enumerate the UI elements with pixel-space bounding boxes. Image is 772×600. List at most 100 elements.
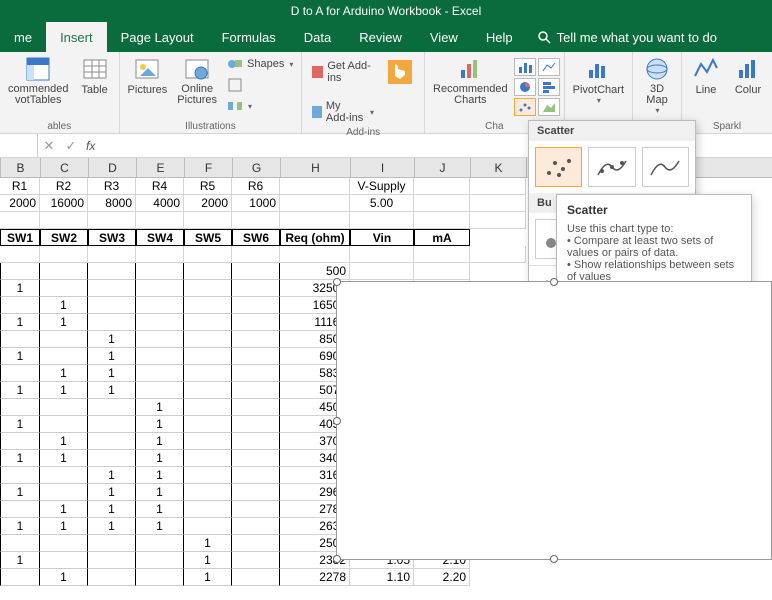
- sw-cell[interactable]: 1: [0, 280, 40, 297]
- sw-cell[interactable]: [232, 382, 280, 399]
- chart-column-button[interactable]: [514, 58, 536, 76]
- sparkline-column-button[interactable]: Colur: [728, 54, 768, 98]
- vin-cell[interactable]: [350, 263, 414, 280]
- sw-cell[interactable]: [184, 348, 232, 365]
- sw-cell[interactable]: [136, 314, 184, 331]
- sw-cell[interactable]: [232, 280, 280, 297]
- cell[interactable]: [136, 212, 184, 229]
- sw-cell[interactable]: [184, 450, 232, 467]
- sw-cell[interactable]: 1: [40, 450, 88, 467]
- sw-cell[interactable]: [40, 535, 88, 552]
- sw-cell[interactable]: 1: [88, 382, 136, 399]
- sw-cell[interactable]: [40, 331, 88, 348]
- sw-cell[interactable]: [40, 399, 88, 416]
- sw-cell[interactable]: [232, 365, 280, 382]
- cell[interactable]: [414, 178, 470, 195]
- cell[interactable]: [280, 212, 350, 229]
- req-cell[interactable]: 2278: [280, 569, 350, 586]
- sw-cell[interactable]: [88, 263, 136, 280]
- sw-cell[interactable]: [0, 433, 40, 450]
- cell[interactable]: [88, 212, 136, 229]
- cell[interactable]: 5.00: [350, 195, 414, 212]
- sw-cell[interactable]: [88, 280, 136, 297]
- sw-cell[interactable]: [0, 399, 40, 416]
- sw-cell[interactable]: [40, 467, 88, 484]
- sw-cell[interactable]: [136, 348, 184, 365]
- header-cell[interactable]: SW3: [88, 229, 136, 246]
- sw-cell[interactable]: [88, 433, 136, 450]
- sw-cell[interactable]: [184, 365, 232, 382]
- col-header-B[interactable]: B: [1, 158, 41, 177]
- col-header-G[interactable]: G: [233, 158, 281, 177]
- sw-cell[interactable]: [136, 331, 184, 348]
- sw-cell[interactable]: 1: [40, 297, 88, 314]
- sw-cell[interactable]: 1: [136, 433, 184, 450]
- sw-cell[interactable]: 1: [136, 501, 184, 518]
- col-header-J[interactable]: J: [415, 158, 471, 177]
- cell[interactable]: [470, 246, 526, 263]
- sw-cell[interactable]: [88, 450, 136, 467]
- chart-area-button[interactable]: [538, 98, 560, 116]
- cell[interactable]: [232, 246, 280, 263]
- scatter-smooth-option[interactable]: [588, 147, 635, 187]
- cell[interactable]: [350, 246, 414, 263]
- sw-cell[interactable]: 1: [136, 416, 184, 433]
- sw-cell[interactable]: 1: [40, 433, 88, 450]
- sw-cell[interactable]: 1: [136, 467, 184, 484]
- sw-cell[interactable]: [232, 331, 280, 348]
- sw-cell[interactable]: [184, 501, 232, 518]
- sw-cell[interactable]: [136, 569, 184, 586]
- sw-cell[interactable]: [136, 552, 184, 569]
- pivotchart-button[interactable]: PivotChart▾: [569, 54, 628, 107]
- sw-cell[interactable]: 1: [0, 314, 40, 331]
- col-header-E[interactable]: E: [137, 158, 185, 177]
- ma-cell[interactable]: [414, 263, 470, 280]
- cell[interactable]: [88, 246, 136, 263]
- my-addins-button[interactable]: My Add-ins▾: [306, 98, 378, 126]
- sw-cell[interactable]: 1: [184, 569, 232, 586]
- vin-cell[interactable]: 1.10: [350, 569, 414, 586]
- cell[interactable]: 2000: [0, 195, 40, 212]
- tab-help[interactable]: Help: [472, 22, 527, 52]
- online-pictures-button[interactable]: Online Pictures: [173, 54, 221, 108]
- sw-cell[interactable]: 1: [0, 382, 40, 399]
- sw-cell[interactable]: [136, 535, 184, 552]
- recommended-charts-button[interactable]: Recommended Charts: [429, 54, 512, 108]
- sw-cell[interactable]: [184, 433, 232, 450]
- 3d-map-button[interactable]: 3D Map▾: [637, 54, 677, 117]
- cell[interactable]: R5: [184, 178, 232, 195]
- sw-cell[interactable]: 1: [40, 382, 88, 399]
- sw-cell[interactable]: [136, 297, 184, 314]
- cell[interactable]: [414, 246, 470, 263]
- sw-cell[interactable]: [184, 416, 232, 433]
- tab-review[interactable]: Review: [345, 22, 416, 52]
- pictures-button[interactable]: Pictures: [124, 54, 172, 98]
- sw-cell[interactable]: [232, 348, 280, 365]
- cell[interactable]: 8000: [88, 195, 136, 212]
- sw-cell[interactable]: [232, 518, 280, 535]
- sw-cell[interactable]: 1: [88, 365, 136, 382]
- header-cell[interactable]: Vin: [350, 229, 414, 246]
- sw-cell[interactable]: [0, 569, 40, 586]
- sw-cell[interactable]: [232, 535, 280, 552]
- sw-cell[interactable]: 1: [88, 467, 136, 484]
- sw-cell[interactable]: 1: [40, 314, 88, 331]
- chart-line-button[interactable]: [538, 58, 560, 76]
- sw-cell[interactable]: [184, 399, 232, 416]
- sw-cell[interactable]: [88, 552, 136, 569]
- sw-cell[interactable]: 1: [88, 518, 136, 535]
- sw-cell[interactable]: 1: [136, 399, 184, 416]
- cell[interactable]: [414, 212, 470, 229]
- sw-cell[interactable]: [232, 569, 280, 586]
- sw-cell[interactable]: 1: [88, 348, 136, 365]
- sw-cell[interactable]: 1: [0, 348, 40, 365]
- sw-cell[interactable]: [232, 433, 280, 450]
- sw-cell[interactable]: [40, 484, 88, 501]
- col-header-F[interactable]: F: [185, 158, 233, 177]
- header-cell[interactable]: SW4: [136, 229, 184, 246]
- icons-button[interactable]: [223, 75, 297, 95]
- sw-cell[interactable]: [136, 365, 184, 382]
- sw-cell[interactable]: 1: [40, 501, 88, 518]
- header-cell[interactable]: SW1: [0, 229, 40, 246]
- cell[interactable]: [280, 195, 350, 212]
